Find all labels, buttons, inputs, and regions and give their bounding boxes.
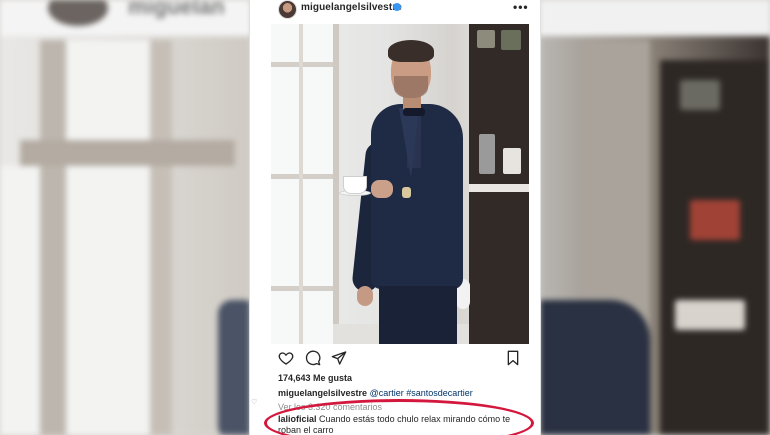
man-beard [394, 76, 428, 98]
photo-window [271, 24, 339, 344]
backdrop-shelf [660, 60, 770, 435]
photo-shelf-item [503, 148, 521, 174]
share-icon[interactable] [331, 350, 347, 366]
backdrop-topbar [540, 0, 770, 36]
post-caption: miguelangelsilvestre @cartier #santosdec… [278, 388, 473, 398]
photo-counter [469, 184, 529, 192]
more-options-icon[interactable]: ••• [513, 0, 529, 14]
backdrop-shelf-item [680, 80, 720, 110]
bookmark-icon[interactable] [505, 350, 521, 366]
backdrop-shelf-item [675, 300, 745, 330]
photo-shelf-item [477, 30, 495, 48]
post-username[interactable]: miguelangelsilvestre [301, 2, 402, 13]
caption-text[interactable]: @cartier #santosdecartier [370, 388, 473, 398]
backdrop-window-pane [66, 166, 150, 435]
blurred-backdrop-left: miguelan [0, 0, 250, 435]
backdrop-window-frame [20, 140, 235, 166]
avatar[interactable] [278, 0, 297, 19]
comment-like-icon[interactable]: ♡ [251, 398, 257, 406]
man-pants [379, 286, 457, 344]
wrist-watch [402, 187, 411, 198]
blurred-backdrop-right [540, 0, 770, 435]
backdrop-window-frame [150, 40, 172, 435]
post-actions-bar [250, 346, 540, 370]
man-hair [388, 40, 434, 62]
backdrop-arm [218, 300, 250, 435]
photo-shelf-item [479, 134, 495, 174]
man-hand [371, 180, 393, 198]
man-lapel [399, 108, 419, 178]
caption-username[interactable]: miguelangelsilvestre [278, 388, 367, 398]
photo-shelf-item [501, 30, 521, 50]
backdrop-shelf-item [690, 200, 740, 240]
likes-text: 174,643 Me gusta [278, 373, 353, 383]
backdrop-window-pane [0, 166, 40, 435]
backdrop-username: miguelan [128, 0, 225, 19]
coffee-cup [343, 176, 367, 194]
instagram-post-card: miguelangelsilvestre ••• 174,643 Me gust… [249, 0, 541, 435]
backdrop-shoulder [540, 300, 650, 435]
likes-count[interactable]: 174,643 Me gusta [278, 373, 352, 383]
photo-window-frame [299, 24, 303, 344]
man-hand [357, 286, 373, 306]
backdrop-window-pane [66, 40, 150, 140]
heart-icon[interactable] [278, 350, 294, 366]
backdrop-window-frame [40, 40, 66, 435]
verified-badge-icon [393, 3, 401, 11]
man-bowtie [403, 108, 425, 116]
post-photo[interactable] [271, 24, 529, 344]
post-header: miguelangelsilvestre ••• [250, 0, 540, 19]
comment-icon[interactable] [305, 350, 321, 366]
